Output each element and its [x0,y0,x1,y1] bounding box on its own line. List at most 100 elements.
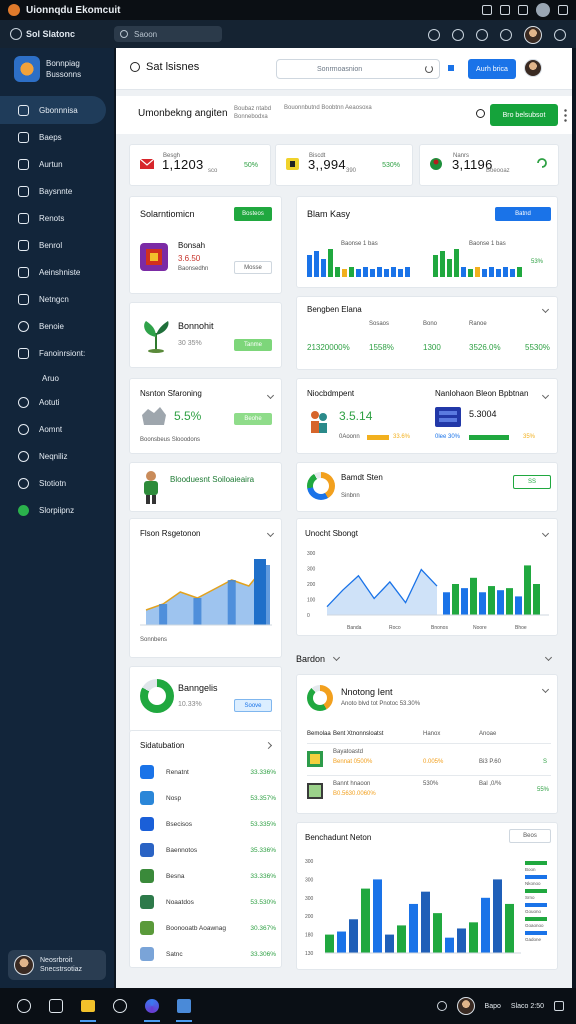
global-search-input[interactable]: Saoon [114,26,222,42]
primary-button[interactable]: Batnd [495,207,551,221]
sidebar-item-11[interactable]: Aotuti [0,389,114,416]
chevron-down-icon[interactable] [266,529,275,538]
lock-icon[interactable] [436,1001,447,1011]
files-taskbar-button[interactable] [76,994,100,1022]
status-button[interactable]: Tanme [234,339,272,351]
chart-bar [433,913,442,953]
kpi-card-1[interactable]: Besgh 1,1203 sco 50% [129,144,271,186]
chevron-down-icon[interactable] [544,653,553,662]
x-tick-label: Roco [389,625,401,631]
chevron-down-icon[interactable] [541,391,550,400]
help-icon[interactable] [476,29,488,41]
app-taskbar-button[interactable] [172,994,196,1022]
browser-taskbar-button[interactable] [140,994,164,1022]
window-icon[interactable] [482,5,492,15]
chevron-right-icon[interactable] [264,741,273,750]
print-icon[interactable] [500,5,510,15]
chart-bar [497,590,504,615]
user-avatar[interactable] [524,26,542,44]
taskbar-avatar[interactable] [456,997,475,1015]
legend-label: Goaonoo [525,923,544,928]
sidebar-item-14[interactable]: Stotiotn [0,470,114,497]
status-button[interactable]: Beohe [234,413,272,425]
row-label: Bannt hnaoon [333,781,371,787]
row-cell: 55% [537,787,550,793]
hero-card[interactable]: Blooduesnt Soiloaieaira [129,462,282,512]
sidebar-item-9[interactable]: Fanoinrsiont: [0,340,114,367]
search-taskbar-button[interactable] [44,994,68,1018]
chevron-down-icon[interactable] [541,305,550,314]
mini-bar [384,269,389,277]
avatar[interactable] [536,3,550,17]
save-button[interactable]: Soove [234,699,272,712]
list-item[interactable]: Satnc 33.306% [140,945,276,963]
chart-bar [470,577,477,615]
close-icon[interactable] [558,5,568,15]
sidebar-item-label: Neqniliz [39,452,68,461]
kpi-meta: sco [208,168,218,174]
notifications-icon[interactable] [500,29,512,41]
sidebar-item-10[interactable]: Aruo [0,367,114,389]
app-logo-icon [10,28,22,40]
start-button[interactable] [12,994,36,1018]
chevron-down-icon[interactable] [541,529,550,538]
sidebar-item-8[interactable]: Benoie [0,313,114,340]
more-button[interactable]: Mosse [234,261,272,274]
chart-bar [445,937,454,953]
refresh-icon[interactable] [425,65,433,73]
refresh-icon[interactable] [536,157,548,169]
profile-card[interactable]: Neosrbroit Snecstrsotiaz [8,950,106,980]
document-icon [307,751,323,767]
chevron-down-icon[interactable] [266,391,275,400]
area-bar [254,559,266,625]
more-icon[interactable] [564,108,567,122]
card-value: 30 35% [178,340,202,347]
sidebar-item-15[interactable]: Slorpiipnz [0,497,114,524]
list-item[interactable]: Baennotos 35.336% [140,841,276,859]
sidebar-item-12[interactable]: Aomnt [0,416,114,443]
search-icon[interactable] [476,109,485,118]
filter-icon[interactable] [448,65,454,71]
sidebar-item-0[interactable]: Gbonnnisa [0,96,106,124]
sidebar-item-6[interactable]: Aeinshniste [0,259,114,286]
list-item[interactable]: Noaatdos 53.530% [140,893,276,911]
list-item[interactable]: Renatnt 33.336% [140,763,276,781]
kpi-card-2[interactable]: Biscdt 3,,994 390 530% [275,144,413,186]
card-meta: 0lee 30% [435,434,461,440]
plan-button[interactable]: SS [513,475,551,489]
header-avatar[interactable] [524,59,542,77]
header-search-field[interactable]: Sonrmoasnion [276,59,440,79]
view-button[interactable]: Beos [509,829,551,843]
bar-chart-card: Benchadunt Neton Beos 300 300 300 200 180 130… [296,822,558,970]
list-item[interactable]: Nosp 53.357% [140,789,276,807]
sidebar-item-1[interactable]: Baeps [0,124,114,151]
sidebar-item-3[interactable]: Baysnnte [0,178,114,205]
chart-bar [349,919,358,953]
list-item[interactable]: Boonooatb Aoawnag 30.367% [140,919,276,937]
list-item-icon [140,765,154,779]
chat-icon[interactable] [428,29,440,41]
sidebar-item-13[interactable]: Neqniliz [0,443,114,470]
chevron-down-icon[interactable] [541,685,550,694]
search-icon[interactable] [452,29,464,41]
mute-icon[interactable] [518,5,528,15]
new-item-button[interactable]: Bro belsubsot [490,104,558,126]
list-item[interactable]: Bsecisos 53.335% [140,815,276,833]
settings-icon[interactable] [554,29,566,41]
mini-bar [314,251,319,277]
settings-taskbar-button[interactable] [108,994,132,1018]
notifications-icon[interactable] [554,1001,564,1011]
status-badge[interactable]: Bosteos [234,207,272,221]
search-icon[interactable] [130,62,140,72]
mini-bar [356,269,361,277]
chevron-down-icon[interactable] [332,653,341,662]
sidebar-item-4[interactable]: Renots [0,205,114,232]
list-item-value: 53.335% [250,820,276,828]
primary-action-button[interactable]: Aurh brica [468,59,516,79]
sidebar-item-5[interactable]: Benrol [0,232,114,259]
kpi-card-3[interactable]: Nanrs 3,1196 Boeooaz [419,144,559,186]
sidebar-item-7[interactable]: Netngcn [0,286,114,313]
sidebar-logo[interactable]: Bonnpiag Bussonns [14,56,106,82]
sidebar-item-2[interactable]: Aurtun [0,151,114,178]
list-item[interactable]: Besna 33.336% [140,867,276,885]
